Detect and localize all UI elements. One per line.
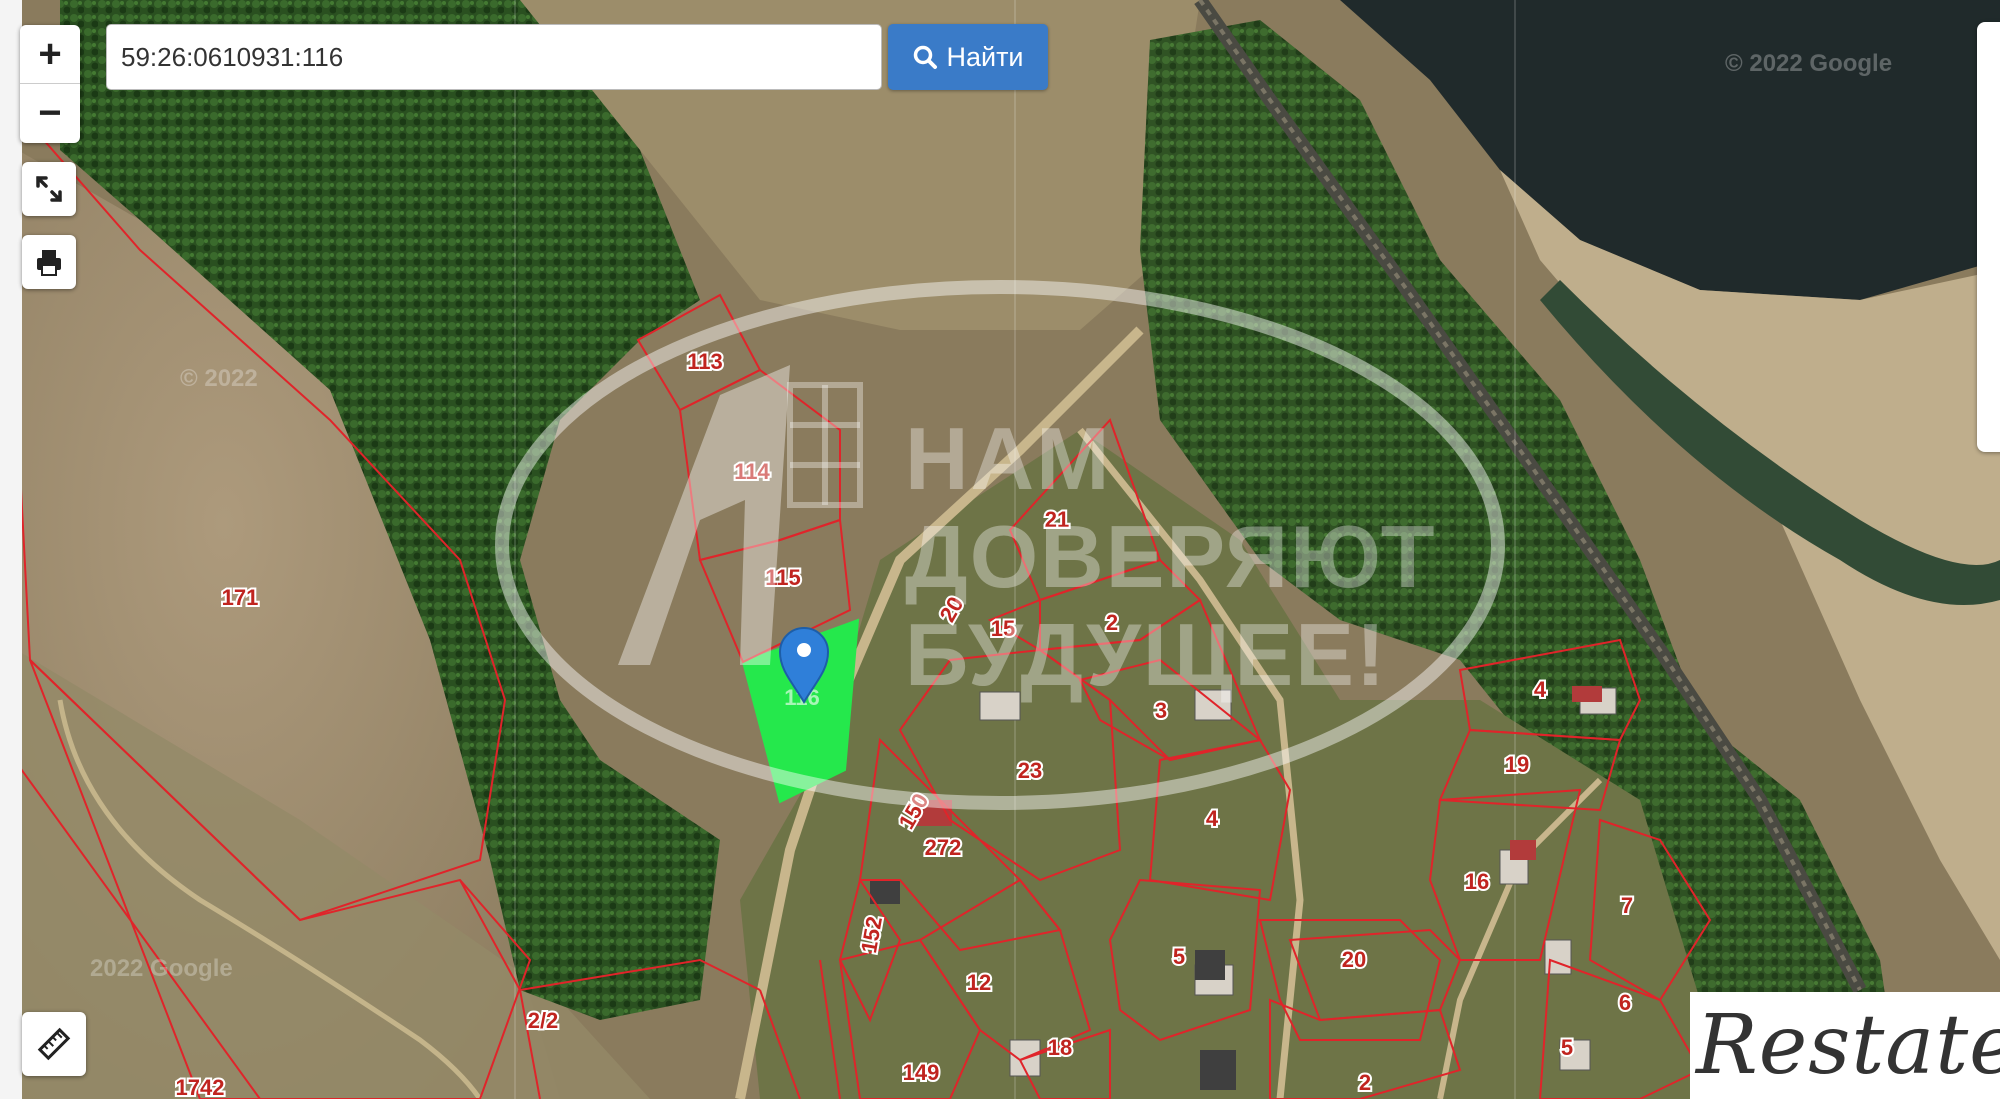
find-button[interactable]: Найти [888, 24, 1048, 90]
parcel-label: 149 [903, 1060, 940, 1085]
print-icon [37, 250, 61, 276]
parcel-label: 5 [1561, 1035, 1573, 1060]
map-view[interactable]: 1131141151161712120152323150272441916715… [0, 0, 2000, 1099]
measure-button[interactable] [22, 1012, 86, 1076]
layers-panel[interactable] [1977, 22, 2000, 452]
parcel-label: 113 [687, 349, 723, 374]
expand-icon [36, 176, 62, 202]
find-button-label: Найти [946, 41, 1024, 72]
parcel-label: 19 [1505, 752, 1529, 777]
map-copyright: © 2022 Google [1725, 50, 1893, 77]
parcel-label: 1742 [176, 1075, 225, 1099]
ruler-icon [37, 1027, 71, 1061]
parcel-label: 16 [1465, 869, 1489, 894]
parcel-label: 6 [1619, 990, 1631, 1015]
watermark-line: НАМ [905, 409, 1112, 508]
left-panel-strip [0, 0, 22, 1099]
watermark-text: НАМ ДОВЕРЯЮТ БУДУЩЕЕ! [905, 410, 1436, 704]
parcel-label: 272 [925, 835, 962, 860]
search-input[interactable] [106, 24, 882, 90]
parcel-label: 5 [1173, 944, 1185, 969]
restate-logo: Restate [1690, 992, 2000, 1099]
parcel-label: 7 [1621, 893, 1633, 918]
zoom-out-button[interactable]: − [20, 83, 80, 142]
watermark-line: БУДУЩЕЕ! [905, 605, 1388, 704]
parcel-label: 2 [1359, 1070, 1371, 1095]
map-copyright: 2022 Google [90, 955, 233, 982]
parcel-label: 12 [967, 970, 991, 995]
parcel-label: 20 [1342, 947, 1366, 972]
zoom-control: + − [20, 25, 80, 143]
watermark-line: ДОВЕРЯЮТ [905, 507, 1437, 606]
parcel-label: 171 [222, 585, 259, 610]
map-copyright: © 2022 [180, 365, 258, 392]
parcel-label: 4 [1534, 677, 1547, 702]
print-button[interactable] [22, 235, 76, 289]
fullscreen-button[interactable] [22, 162, 76, 216]
search-icon [914, 45, 938, 69]
parcel-label: 2/2 [528, 1008, 559, 1033]
zoom-in-button[interactable]: + [20, 25, 80, 83]
parcel-label: 18 [1048, 1035, 1072, 1060]
parcel-label: 4 [1206, 806, 1219, 831]
parcel-label: 23 [1018, 758, 1042, 783]
